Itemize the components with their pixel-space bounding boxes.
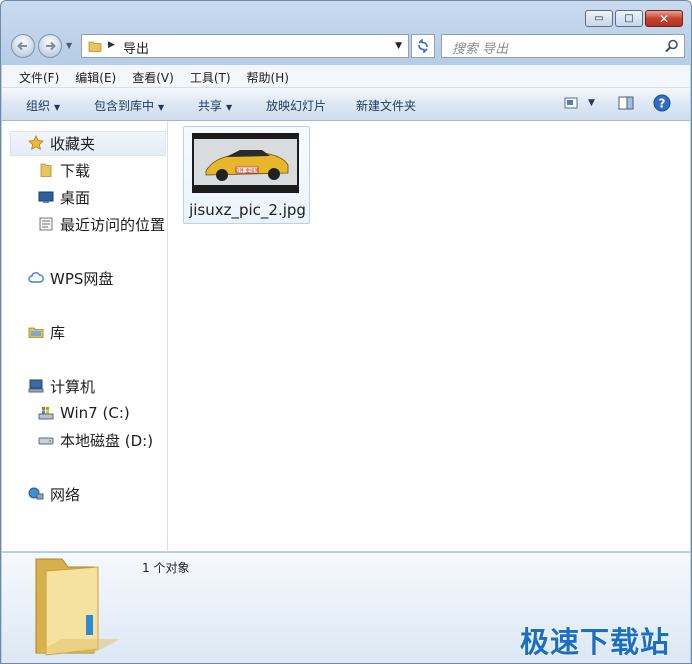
maximize-button[interactable]: □	[615, 10, 643, 27]
navigation-pane: 收藏夹 下载 桌面 最近访问的位置 WPS网盘 库 计算机 Win7 (C:) …	[2, 121, 168, 551]
file-item[interactable]: 软件 金排简 jisuxz_pic_2.jpg	[183, 126, 310, 224]
search-icon[interactable]	[664, 38, 680, 54]
nav-downloads-label: 下载	[60, 161, 91, 180]
nav-favorites[interactable]: 收藏夹	[28, 131, 95, 155]
new-folder-button[interactable]: 新建文件夹	[356, 97, 416, 114]
hard-drive-icon	[38, 437, 54, 445]
navigation-bar: ▼ ▶ 导出 ▼ 搜索 导出	[9, 33, 685, 61]
nav-downloads[interactable]: 下载	[38, 158, 90, 182]
nav-drive-c[interactable]: Win7 (C:)	[38, 401, 130, 425]
library-icon	[28, 327, 44, 338]
forward-button[interactable]	[38, 34, 62, 58]
network-icon	[28, 487, 44, 500]
view-options-dropdown-icon[interactable]: ▼	[588, 98, 595, 108]
search-box[interactable]: 搜索 导出	[441, 34, 685, 58]
nav-desktop-label: 桌面	[60, 188, 91, 207]
breadcrumb-separator-icon[interactable]: ▶	[108, 40, 115, 50]
share-button[interactable]: 共享 ▼	[198, 97, 232, 114]
nav-libraries[interactable]: 库	[28, 320, 65, 344]
back-button[interactable]	[11, 34, 35, 58]
thumbnail-watermark: 软件 金排简	[235, 167, 259, 174]
include-library-label: 包含到库中	[94, 99, 155, 113]
preview-pane-icon	[618, 96, 634, 110]
address-bar[interactable]: ▶ 导出 ▼	[81, 34, 409, 58]
view-thumbnails-icon	[564, 97, 578, 109]
desktop-icon	[38, 191, 54, 203]
search-input[interactable]: 搜索 导出	[452, 38, 508, 57]
menu-help[interactable]: 帮助(H)	[231, 65, 289, 87]
file-name[interactable]: jisuxz_pic_2.jpg	[184, 201, 311, 219]
nav-library-label: 库	[50, 323, 66, 342]
nav-favorites-label: 收藏夹	[50, 134, 96, 153]
menu-tools[interactable]: 工具(T)	[174, 65, 231, 87]
menu-edit[interactable]: 编辑(E)	[59, 65, 116, 87]
downloads-folder-icon	[40, 163, 52, 177]
menu-bar: 文件(F) 编辑(E) 查看(V) 工具(T) 帮助(H)	[2, 65, 690, 88]
nav-computer[interactable]: 计算机	[28, 374, 95, 398]
image-thumbnail: 软件 金排简	[192, 133, 299, 193]
close-button[interactable]: ✕	[645, 10, 683, 27]
preview-pane-button[interactable]	[618, 96, 634, 114]
history-dropdown-icon[interactable]: ▼	[66, 41, 72, 50]
slideshow-button[interactable]: 放映幻灯片	[266, 97, 326, 114]
forward-arrow-icon	[46, 41, 56, 51]
details-pane: 1 个对象 极速下载站	[2, 552, 690, 663]
folder-icon	[88, 41, 102, 52]
menu-view[interactable]: 查看(V)	[116, 65, 174, 87]
folder-large-icon	[35, 558, 120, 656]
menu-file[interactable]: 文件(F)	[2, 65, 59, 87]
breadcrumb-current[interactable]: 导出	[123, 38, 149, 57]
refresh-button[interactable]	[411, 34, 435, 58]
recent-places-icon	[39, 217, 53, 231]
explorer-window: ▭ □ ✕ ▼ ▶ 导出 ▼ 搜索 导出 文件(F) 编辑(E) 查看(V) 工…	[0, 0, 692, 664]
nav-recent-label: 最近访问的位置	[60, 215, 166, 234]
close-icon: ✕	[658, 11, 670, 26]
back-arrow-icon	[17, 41, 27, 51]
svg-text:?: ?	[659, 97, 666, 111]
nav-wps-cloud[interactable]: WPS网盘	[28, 266, 113, 290]
change-view-button[interactable]	[564, 96, 578, 114]
nav-recent-places[interactable]: 最近访问的位置	[38, 212, 165, 236]
nav-desktop[interactable]: 桌面	[38, 185, 90, 209]
new-folder-label: 新建文件夹	[356, 99, 417, 113]
star-icon	[28, 135, 44, 150]
minimize-button[interactable]: ▭	[585, 10, 613, 27]
minimize-icon: ▭	[594, 13, 604, 24]
organize-button[interactable]: 组织 ▼	[26, 97, 60, 114]
chevron-down-icon: ▼	[54, 103, 61, 112]
nav-wps-label: WPS网盘	[50, 269, 114, 288]
chevron-down-icon: ▼	[226, 103, 233, 112]
nav-network[interactable]: 网络	[28, 482, 80, 506]
item-count: 1 个对象	[142, 561, 190, 575]
slideshow-label: 放映幻灯片	[266, 99, 327, 113]
organize-label: 组织	[26, 99, 51, 113]
include-in-library-button[interactable]: 包含到库中 ▼	[94, 97, 164, 114]
help-icon: ?	[653, 94, 671, 112]
help-button[interactable]: ?	[653, 94, 671, 116]
refresh-icon	[418, 39, 428, 53]
maximize-icon: □	[624, 13, 634, 24]
caption-buttons: ▭ □ ✕	[585, 10, 683, 27]
site-watermark: 极速下载站	[519, 625, 670, 659]
nav-computer-label: 计算机	[50, 377, 96, 396]
nav-drive-d-label: 本地磁盘 (D:)	[60, 431, 154, 450]
cloud-icon	[28, 272, 44, 283]
address-dropdown-icon[interactable]: ▼	[395, 41, 402, 51]
file-list[interactable]: 软件 金排简 jisuxz_pic_2.jpg	[168, 121, 690, 551]
computer-icon	[28, 379, 44, 393]
nav-drive-c-label: Win7 (C:)	[60, 404, 130, 422]
share-label: 共享	[198, 99, 223, 113]
chevron-down-icon: ▼	[158, 103, 165, 112]
nav-drive-d[interactable]: 本地磁盘 (D:)	[38, 428, 153, 452]
nav-network-label: 网络	[50, 485, 81, 504]
command-bar: 组织 ▼ 包含到库中 ▼ 共享 ▼ 放映幻灯片 新建文件夹 ▼ ?	[2, 88, 690, 121]
system-drive-icon	[38, 407, 54, 420]
